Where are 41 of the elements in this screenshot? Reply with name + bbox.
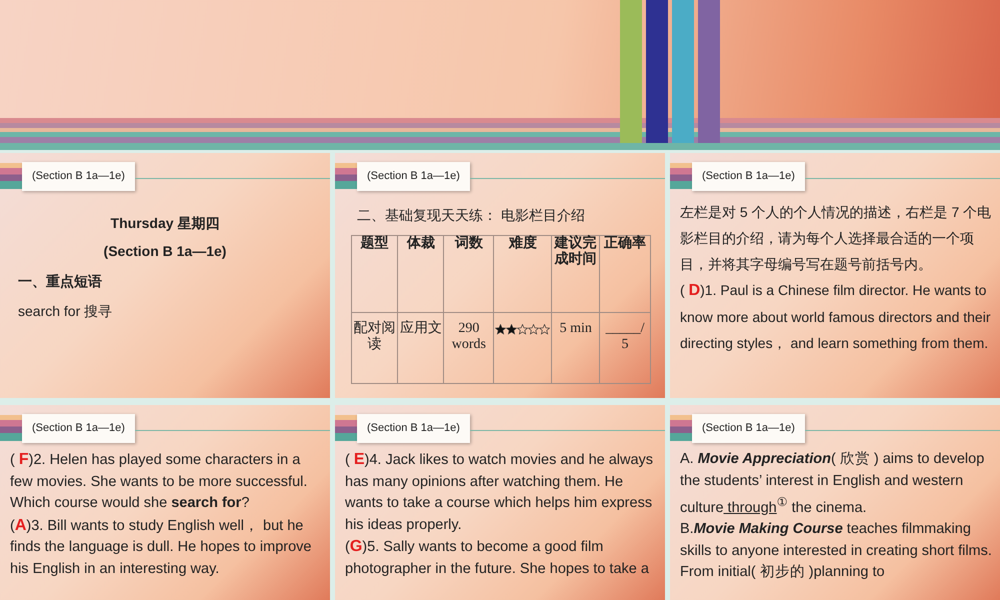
table-cell: 5 min: [552, 312, 600, 384]
table-header-cell: 建议完成时间: [552, 236, 600, 312]
paragraph-text: A. Movie Appreciation( 欣赏 ) aims to develop the students’ interest in English and western culture through$^{①}$ the cinema.: [680, 450, 986, 518]
table-header-cell: 难度: [494, 236, 552, 312]
star-icon: [539, 324, 550, 335]
stripes-decoration: [335, 163, 357, 189]
stripes-decoration: [335, 415, 357, 441]
paragraph-text: (G)5. Sally wants to become a good film photographer in the future. She hopes to take a: [345, 537, 650, 578]
section-label: (Section B 1a—1e): [357, 162, 470, 190]
section-label: (Section B 1a—1e): [22, 162, 135, 190]
table-header-cell: 题型: [352, 236, 398, 312]
section-label: (Section B 1a—1e): [692, 162, 805, 190]
table-header-cell: 体裁: [398, 236, 444, 312]
paragraph-text: ( F)2. Helen has played some characters in a few movies. She wants to be more successful. Which course would she search for?: [10, 450, 308, 513]
table-header-cell: 词数: [444, 236, 494, 312]
paragraph-text: 左栏是对 5 个人的个人情况的描述，右栏是 7 个电影栏目的介绍，请为每个人选择最合适的一个项目，并将其字母编号写在题号前括号内。: [680, 203, 992, 274]
section-label: (Section B 1a—1e): [357, 414, 470, 442]
star-icon: [528, 324, 540, 335]
paragraph-text: ( D)1. Paul is a Chinese film director. He wants to know more about world famous directors and their directing styles， and learn something from them.: [680, 281, 992, 353]
table-header-cell: 正确率: [600, 236, 650, 312]
star-icon: [517, 324, 528, 335]
stripes-decoration: [0, 415, 22, 441]
star-icon: [506, 324, 518, 335]
paragraph-text: ( E)4. Jack likes to watch movies and he always has many opinions after watching them. He wants to take a course which helps him express his ideas properly.: [345, 450, 654, 534]
star-icon: [495, 324, 506, 335]
slide-subtitle: (Section B 1a—1e): [102, 243, 228, 259]
paragraph-text: B.Movie Making Course teaches filmmaking skills to anyone interested in creating short films. From initial( 初步的 )planning to: [680, 520, 992, 582]
phrase-text: search for 搜寻: [18, 303, 114, 321]
table-cell: 应用文: [398, 312, 444, 384]
section-label: (Section B 1a—1e): [692, 414, 805, 442]
table-cell: _____/ 5: [600, 312, 650, 384]
paragraph-text: (A)3. Bill wants to study English well， but he finds the language is dull. He hopes to improve his English in an interesting way.: [10, 516, 312, 578]
section-label: (Section B 1a—1e): [22, 414, 135, 442]
stripes-decoration: [670, 163, 692, 189]
stripes-decoration: [670, 415, 692, 441]
slide-title: Thursday 星期四: [110, 215, 220, 233]
section-heading: 一、重点短语: [18, 273, 103, 291]
table-cell: 290 words: [444, 312, 494, 384]
table-cell: 配对阅读: [352, 312, 398, 384]
section-heading: 二、基础复现天天练： 电影栏目介绍: [357, 207, 586, 225]
stripes-decoration: [0, 163, 22, 189]
